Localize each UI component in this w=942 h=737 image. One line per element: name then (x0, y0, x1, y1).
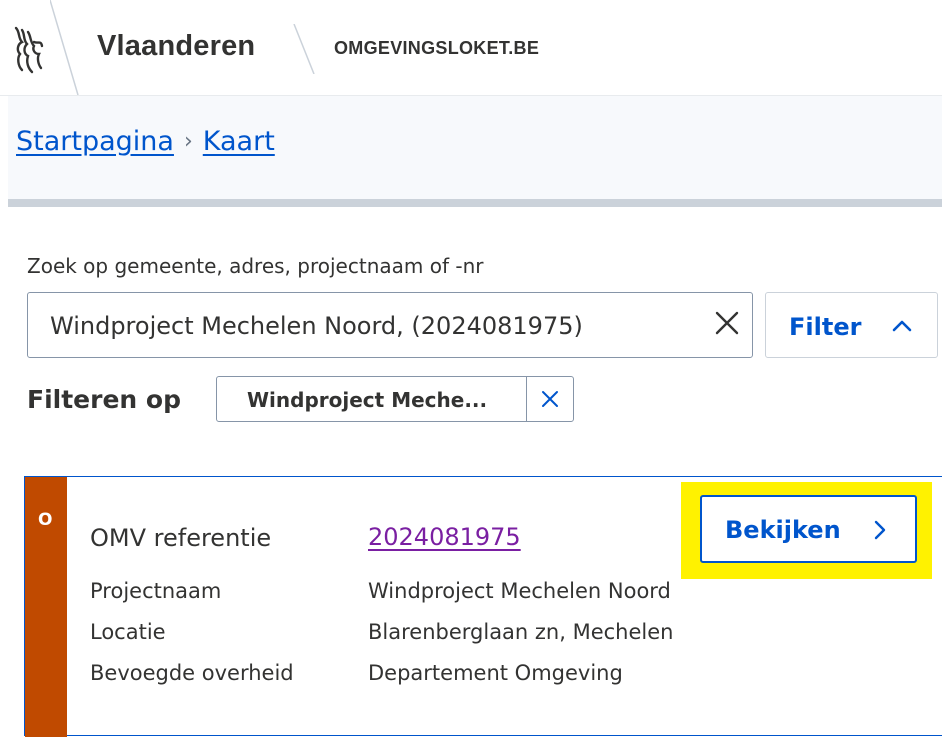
omv-reference-link[interactable]: 2024081975 (368, 523, 521, 551)
status-stripe: O (25, 477, 67, 737)
search-input[interactable]: Windproject Mechelen Noord, (2024081975) (27, 292, 753, 358)
authority-label: Bevoegde overheid (90, 661, 294, 685)
filter-chip: Windproject Meche... (216, 376, 574, 422)
search-input-value[interactable]: Windproject Mechelen Noord, (2024081975) (50, 312, 583, 340)
breadcrumb-startpagina-link[interactable]: Startpagina (16, 126, 174, 157)
flemish-lion-logo-icon[interactable] (8, 24, 48, 76)
header-divider (50, 0, 79, 95)
breadcrumb-kaart-link[interactable]: Kaart (203, 126, 275, 157)
site-header: Vlaanderen OMGEVINGSLOKET.BE (0, 0, 942, 96)
active-filters-label: Filteren op (27, 385, 181, 414)
view-button[interactable]: Bekijken (700, 495, 917, 563)
omv-reference-label: OMV referentie (90, 524, 272, 552)
remove-filter-button[interactable] (526, 377, 573, 421)
status-letter: O (38, 510, 53, 530)
project-name-value: Windproject Mechelen Noord (368, 579, 671, 603)
brand-name[interactable]: Vlaanderen (97, 30, 255, 63)
authority-value: Departement Omgeving (368, 661, 623, 685)
filter-toggle-button[interactable]: Filter (765, 292, 938, 358)
view-button-label: Bekijken (725, 516, 841, 544)
location-value: Blarenberglaan zn, Mechelen (368, 620, 674, 644)
chevron-up-icon (892, 320, 912, 332)
search-label: Zoek op gemeente, adres, projectnaam of … (27, 254, 484, 278)
clear-search-icon[interactable] (712, 308, 742, 338)
breadcrumb-separator-icon: › (183, 129, 193, 154)
location-label: Locatie (90, 620, 166, 644)
site-name[interactable]: OMGEVINGSLOKET.BE (334, 38, 539, 59)
breadcrumb: Startpagina › Kaart (16, 126, 275, 157)
close-icon (542, 391, 558, 407)
chevron-right-icon (874, 520, 886, 540)
breadcrumb-bar-border (8, 199, 942, 207)
filter-chip-text: Windproject Meche... (247, 388, 488, 412)
project-name-label: Projectnaam (90, 579, 222, 603)
filter-button-label: Filter (789, 313, 862, 341)
header-divider-2 (293, 24, 315, 74)
